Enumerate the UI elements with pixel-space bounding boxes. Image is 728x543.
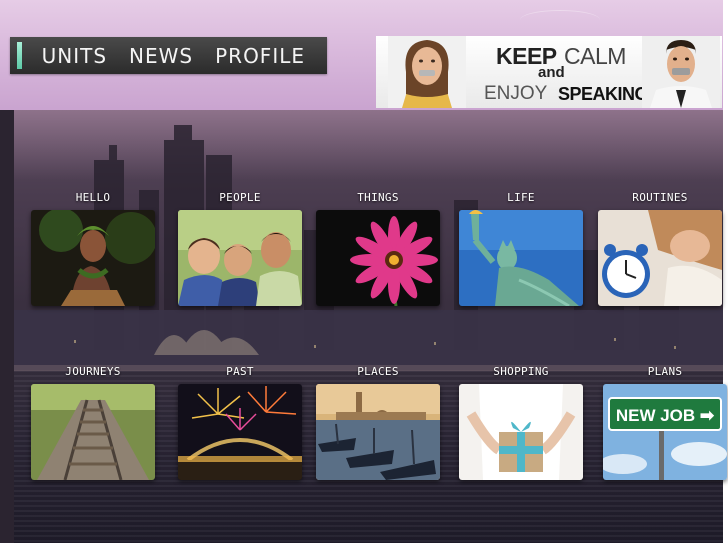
- nav-item-units[interactable]: UNITS: [42, 44, 107, 68]
- routines-image[interactable]: [598, 210, 722, 306]
- places-image[interactable]: [316, 384, 440, 480]
- tile-label: SHOPPING: [493, 365, 549, 378]
- hello-image[interactable]: [31, 210, 155, 306]
- shopping-image[interactable]: [459, 384, 583, 480]
- tile-label: PAST: [226, 365, 254, 378]
- tile-label: PEOPLE: [219, 191, 261, 204]
- banner-calm-text: CALM: [564, 43, 626, 69]
- life-image[interactable]: [459, 210, 583, 306]
- banner-speaking-text: SPEAKING: [558, 84, 649, 104]
- tile-label: HELLO: [75, 191, 111, 204]
- people-image[interactable]: [178, 210, 302, 306]
- tile-label: ROUTINES: [632, 191, 688, 204]
- nav-item-news[interactable]: NEWS: [129, 44, 193, 68]
- tile-label: LIFE: [507, 191, 535, 204]
- banner-man-image: [642, 36, 720, 108]
- nav-item-profile[interactable]: PROFILE: [215, 44, 305, 68]
- tile-label: PLANS: [647, 365, 683, 378]
- banner-enjoy-text: ENJOY: [484, 83, 548, 104]
- plans-sign-text: NEW JOB ➡: [616, 406, 715, 425]
- things-image[interactable]: [316, 210, 440, 306]
- plans-image[interactable]: NEW JOB ➡: [603, 384, 727, 480]
- nav-accent-marker: [17, 42, 22, 69]
- left-edge-bar: [0, 110, 14, 543]
- past-image[interactable]: [178, 384, 302, 480]
- main-nav: UNITS NEWS PROFILE: [10, 37, 327, 74]
- keep-calm-banner[interactable]: KEEP CALM and ENJOY SPEAKING: [376, 36, 722, 108]
- banner-and-text: and: [538, 64, 565, 81]
- banner-woman-image: [388, 36, 466, 108]
- tile-label: THINGS: [357, 191, 399, 204]
- tile-label: JOURNEYS: [65, 365, 121, 378]
- journeys-image[interactable]: [31, 384, 155, 480]
- tile-label: PLACES: [357, 365, 399, 378]
- decorative-swoosh: [520, 10, 600, 30]
- banner-slogan: KEEP CALM and ENJOY SPEAKING: [480, 40, 649, 106]
